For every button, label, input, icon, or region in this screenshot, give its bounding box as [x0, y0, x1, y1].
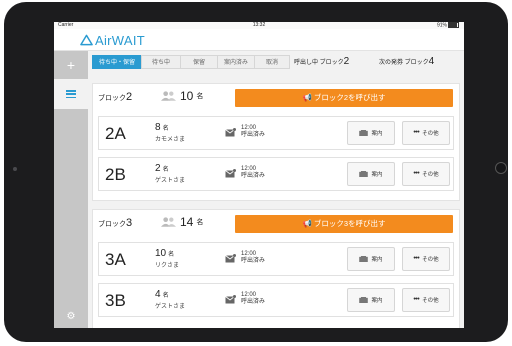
screen: Carrier 13:32 91% AirWAIT + ⚙ 待ち中・保留 待ち中… — [54, 22, 464, 328]
block-title: ブロック3 — [98, 217, 133, 229]
status-bar: Carrier 13:32 91% — [54, 22, 464, 29]
table-id: 2A — [105, 124, 126, 143]
logo-icon — [80, 34, 93, 46]
call-time: 12:00 呼出済み — [241, 292, 266, 305]
guest-name: リクさま — [155, 263, 180, 269]
guide-icon — [359, 297, 369, 303]
status-time: 13:32 — [252, 22, 266, 28]
table-row[interactable]: 3A 10 名 リクさま 12:00 呼出済み 案内 ••• その他 — [98, 242, 454, 276]
table-row[interactable]: 2B 2名 ゲストさま 12:00 呼出済み 案内 ••• その他 — [98, 157, 454, 191]
people-count: 14 — [180, 215, 194, 229]
table-row[interactable]: 2A 8名 カモメさま 12:00 呼出済み 案内 ••• その他 — [98, 116, 454, 150]
dots-icon: ••• — [413, 255, 420, 262]
gear-icon: ⚙ — [66, 311, 76, 322]
guide-button[interactable]: 案内 — [347, 162, 395, 186]
message-icon — [225, 169, 236, 178]
tab-waiting[interactable]: 待ち中 — [141, 55, 181, 69]
tablet-frame: Carrier 13:32 91% AirWAIT + ⚙ 待ち中・保留 待ち中… — [4, 2, 508, 342]
table-id: 3B — [105, 291, 126, 310]
left-sidebar: + ⚙ — [54, 51, 88, 328]
block-people: 14 名 — [161, 215, 203, 229]
call-time: 12:00 呼出済み — [241, 166, 266, 179]
menu-button[interactable] — [54, 79, 88, 109]
app-header: AirWAIT — [54, 29, 464, 51]
battery-icon — [448, 22, 459, 28]
people-icon — [161, 217, 176, 227]
megaphone-icon: 📢 — [302, 219, 314, 228]
called-block-number: 2 — [343, 56, 350, 67]
block-header: ブロック2 10 名 📢 ブロック2を呼び出す — [93, 84, 459, 109]
called-block-info: 呼出し中 ブロック2 — [294, 56, 350, 67]
more-button[interactable]: ••• その他 — [402, 121, 450, 145]
guide-icon — [359, 256, 369, 262]
call-block-button[interactable]: 📢 ブロック3を呼び出す — [235, 215, 453, 233]
hamburger-icon — [66, 90, 76, 98]
more-button[interactable]: ••• その他 — [402, 288, 450, 312]
table-id: 2B — [105, 165, 126, 184]
tab-guided[interactable]: 案内済み — [217, 55, 255, 69]
message-icon — [225, 128, 236, 137]
call-time: 12:00 呼出済み — [241, 125, 266, 138]
camera — [13, 167, 17, 171]
message-icon — [225, 254, 236, 263]
guest-name: ゲストさま — [155, 304, 186, 310]
tab-waiting-hold[interactable]: 待ち中・保留 — [92, 55, 142, 69]
plus-icon: + — [66, 57, 76, 73]
add-button[interactable]: + — [54, 51, 88, 79]
guest-name: カモメさま — [155, 137, 186, 143]
tab-cancelled[interactable]: 取消 — [254, 55, 290, 69]
table-row[interactable]: 3B 4名 ゲストさま 12:00 呼出済み 案内 ••• その他 — [98, 283, 454, 317]
guest-name: ゲストさま — [155, 178, 186, 184]
more-button[interactable]: ••• その他 — [402, 162, 450, 186]
battery-percent: 91% — [436, 22, 447, 29]
people-count: 10 — [180, 89, 194, 103]
block-people: 10 名 — [161, 89, 203, 103]
megaphone-icon: 📢 — [302, 93, 314, 102]
call-block-button[interactable]: 📢 ブロック2を呼び出す — [235, 89, 453, 107]
dots-icon: ••• — [413, 170, 420, 177]
status-tabs: 待ち中・保留 待ち中 保留 案内済み 取消 — [92, 55, 290, 69]
app-logo: AirWAIT — [80, 32, 145, 48]
table-id: 3A — [105, 250, 126, 269]
message-icon — [225, 295, 236, 304]
more-button[interactable]: ••• その他 — [402, 247, 450, 271]
people-icon — [161, 91, 176, 101]
guide-button[interactable]: 案内 — [347, 121, 395, 145]
guide-icon — [359, 171, 369, 177]
settings-button[interactable]: ⚙ — [54, 311, 88, 322]
block-header: ブロック3 14 名 📢 ブロック3を呼び出す — [93, 210, 459, 235]
dots-icon: ••• — [413, 129, 420, 136]
block-title: ブロック2 — [98, 91, 133, 103]
call-time: 12:00 呼出済み — [241, 251, 266, 264]
next-block-info: 次の発券 ブロック4 — [379, 56, 435, 67]
guide-button[interactable]: 案内 — [347, 288, 395, 312]
next-block-number: 4 — [428, 56, 435, 67]
dots-icon: ••• — [413, 296, 420, 303]
logo-text: AirWAIT — [95, 32, 145, 48]
guide-button[interactable]: 案内 — [347, 247, 395, 271]
block-3: ブロック3 14 名 📢 ブロック3を呼び出す 3A 10 名 リクさま 12:00… — [92, 209, 460, 328]
home-button[interactable] — [495, 162, 507, 174]
tab-hold[interactable]: 保留 — [180, 55, 218, 69]
guide-icon — [359, 130, 369, 136]
block-2: ブロック2 10 名 📢 ブロック2を呼び出す 2A 8名 カモメさま 12:00… — [92, 83, 460, 201]
